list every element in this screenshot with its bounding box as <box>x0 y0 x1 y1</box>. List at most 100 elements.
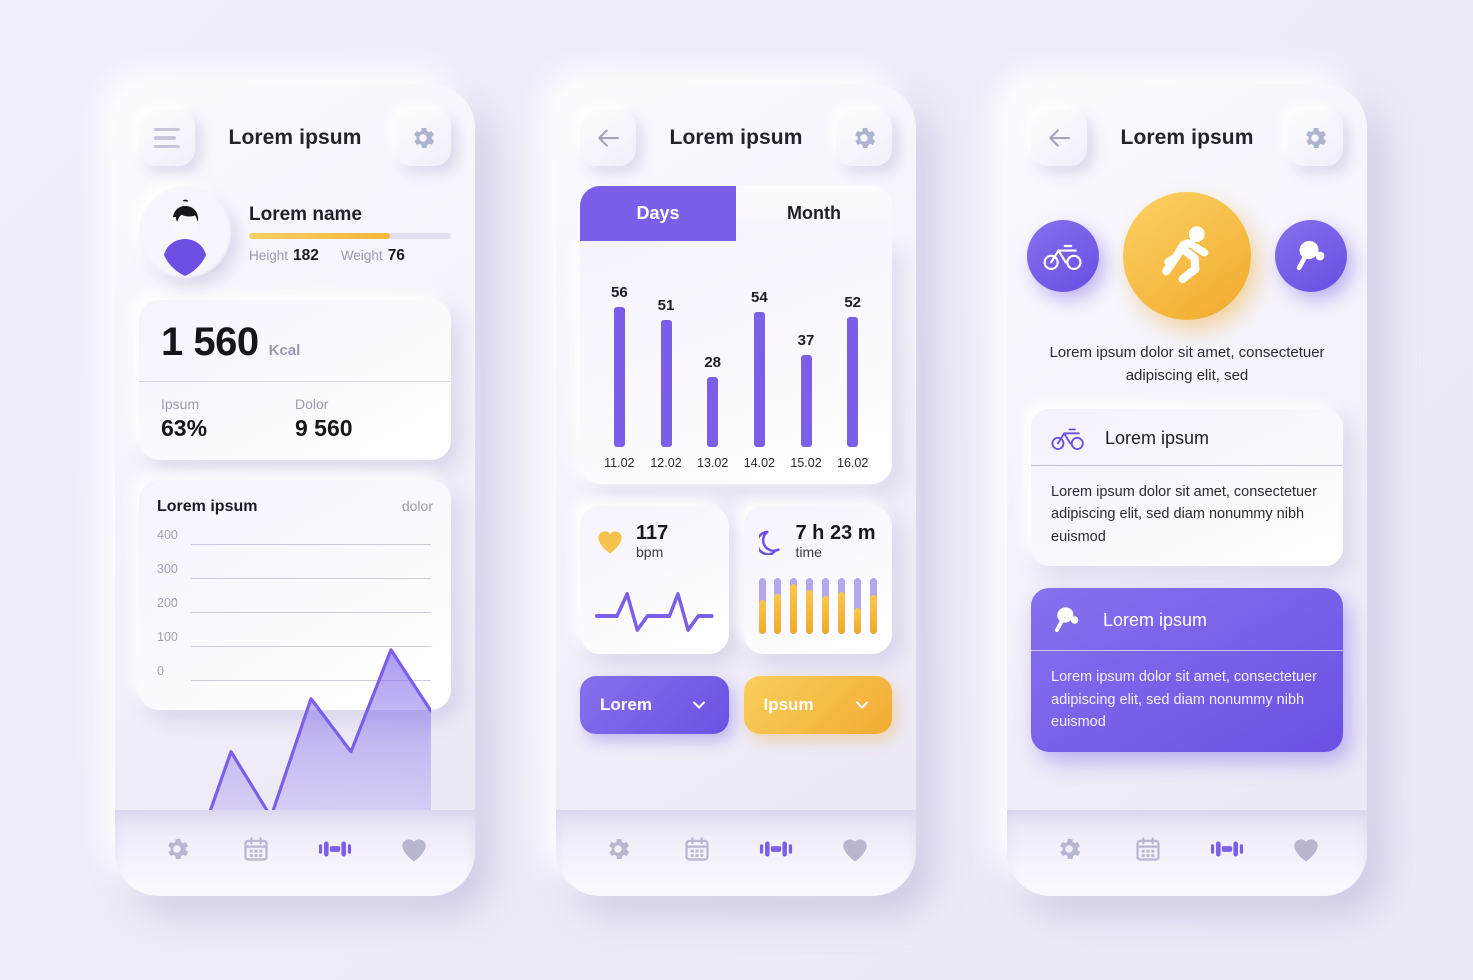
stat-height: Height 182 <box>249 247 319 265</box>
sleep-unit: time <box>795 544 822 561</box>
phone2-header: Lorem ipsum <box>580 110 892 166</box>
profile-name: Lorem name <box>249 203 362 225</box>
info-card-body: Lorem ipsum dolor sit amet, consectetuer… <box>1051 484 1317 545</box>
phone-screen-sports: Lorem ipsum Lorem ipsum dolor sit amet, … <box>1007 84 1367 896</box>
arrow-left-icon <box>1049 129 1071 147</box>
sport-table-tennis-button[interactable] <box>1275 220 1347 292</box>
kcal-value: 1 560 <box>161 320 259 364</box>
info-card-bicycle[interactable]: Lorem ipsum Lorem ipsum dolor sit amet, … <box>1031 409 1343 567</box>
heart-icon <box>842 839 867 862</box>
avatar[interactable] <box>139 186 231 278</box>
profile-progress-fill <box>249 232 391 239</box>
bar-value-label: 54 <box>751 289 768 306</box>
nav-item-calendar[interactable] <box>675 827 719 871</box>
heart-icon <box>401 839 426 862</box>
bar-column[interactable]: 54 <box>736 257 783 447</box>
nav-item-dumbbell[interactable] <box>313 827 357 871</box>
bar-chart-card: 56 51 28 54 37 52 11.02 12.02 13.02 14.02 15.02 16… <box>580 241 892 484</box>
bar-category-label: 13.02 <box>697 456 729 470</box>
nav-item-heart[interactable] <box>392 827 436 871</box>
metrics-pair: 117 bpm 7 h 23 m time <box>580 506 892 655</box>
chart-y-tick-label: 300 <box>157 562 178 577</box>
bar-category-label: 14.02 <box>743 456 775 470</box>
kcal-sub-label: Dolor <box>295 396 329 412</box>
info-card-title: Lorem ipsum <box>1105 427 1210 448</box>
profile-stats: Height 182 Weight 76 <box>249 247 451 265</box>
phone-screen-activity: Lorem ipsum Days Month 56 51 28 54 37 52 11.0… <box>556 84 916 896</box>
bar <box>753 312 765 447</box>
period-tabs: Days Month <box>580 186 892 241</box>
bar-column[interactable]: 37 <box>783 257 830 447</box>
back-button[interactable] <box>1031 110 1087 166</box>
nav-item-gear[interactable] <box>155 827 199 871</box>
gear-icon <box>855 127 876 149</box>
sleep-bars-graph <box>758 578 878 635</box>
sport-selector <box>1027 192 1347 320</box>
page-title: Lorem ipsum <box>669 126 803 149</box>
nav-item-gear[interactable] <box>1047 827 1091 871</box>
hamburger-menu-button[interactable] <box>139 110 195 166</box>
bottom-nav <box>115 810 475 896</box>
dropdown-row: Lorem Ipsum <box>580 676 892 735</box>
sport-running-button[interactable] <box>1123 192 1251 320</box>
bar-column[interactable]: 28 <box>689 257 736 447</box>
nav-item-calendar[interactable] <box>234 827 278 871</box>
settings-button[interactable] <box>836 110 892 166</box>
stat-weight-label: Weight <box>340 247 383 263</box>
gear-icon <box>1059 838 1080 860</box>
gear-icon <box>1306 127 1327 149</box>
chart-y-tick-label: 100 <box>157 630 178 645</box>
bar-value-label: 28 <box>704 354 722 371</box>
kcal-sub-value: 9 560 <box>295 415 353 441</box>
kcal-sub-label: Ipsum <box>161 396 200 412</box>
info-card-table-tennis[interactable]: Lorem ipsum Lorem ipsum dolor sit amet, … <box>1031 588 1343 752</box>
bar <box>847 317 859 447</box>
nav-item-calendar[interactable] <box>1126 827 1170 871</box>
dumbbell-icon <box>318 841 351 857</box>
nav-item-heart[interactable] <box>833 827 877 871</box>
dropdown-ipsum[interactable]: Ipsum <box>743 676 892 735</box>
bar-column[interactable]: 51 <box>643 257 690 447</box>
sleep-bar <box>758 578 766 635</box>
sleep-value: 7 h 23 m <box>795 522 876 544</box>
nav-item-heart[interactable] <box>1284 827 1328 871</box>
profile-progress-track <box>249 232 451 239</box>
settings-button[interactable] <box>1287 110 1343 166</box>
kcal-unit: Kcal <box>268 342 301 359</box>
bar <box>660 319 672 447</box>
sport-bicycle-button[interactable] <box>1027 220 1099 292</box>
bar-category-label: 15.02 <box>790 456 822 470</box>
bar-column[interactable]: 56 <box>596 257 643 447</box>
sleep-card[interactable]: 7 h 23 m time <box>743 506 892 655</box>
back-button[interactable] <box>580 110 636 166</box>
heart-icon <box>598 531 622 554</box>
divider <box>139 381 451 382</box>
dropdown-lorem[interactable]: Lorem <box>580 676 729 735</box>
settings-button[interactable] <box>395 110 451 166</box>
bar-value-label: 51 <box>657 296 675 314</box>
nav-item-gear[interactable] <box>596 827 640 871</box>
dumbbell-icon <box>1210 841 1243 857</box>
area-chart-plot: 400 300 200 100 0 <box>157 524 433 896</box>
tab-month[interactable]: Month <box>736 186 892 241</box>
bar-column[interactable]: 52 <box>829 257 876 447</box>
heart-icon <box>1293 839 1318 862</box>
chart-subtitle: dolor <box>401 498 433 514</box>
running-icon <box>1162 226 1209 284</box>
nav-item-dumbbell[interactable] <box>754 827 798 871</box>
table-tennis-icon <box>1054 607 1079 633</box>
moon-icon <box>758 530 780 556</box>
heart-rate-card[interactable]: 117 bpm <box>580 506 729 655</box>
dropdown-label: Lorem <box>600 695 652 715</box>
area-chart-card: Lorem ipsum dolor 400 300 200 100 0 <box>139 480 451 896</box>
stat-weight-value: 76 <box>387 246 405 264</box>
sleep-bar <box>806 578 814 635</box>
nav-item-dumbbell[interactable] <box>1205 827 1249 871</box>
bicycle-icon <box>1051 428 1084 450</box>
tab-days[interactable]: Days <box>580 186 736 241</box>
page-title: Lorem ipsum <box>1120 126 1254 149</box>
bar <box>800 354 812 447</box>
user-avatar-icon <box>141 188 229 276</box>
phone1-header: Lorem ipsum <box>139 110 451 166</box>
bottom-nav <box>556 810 916 896</box>
